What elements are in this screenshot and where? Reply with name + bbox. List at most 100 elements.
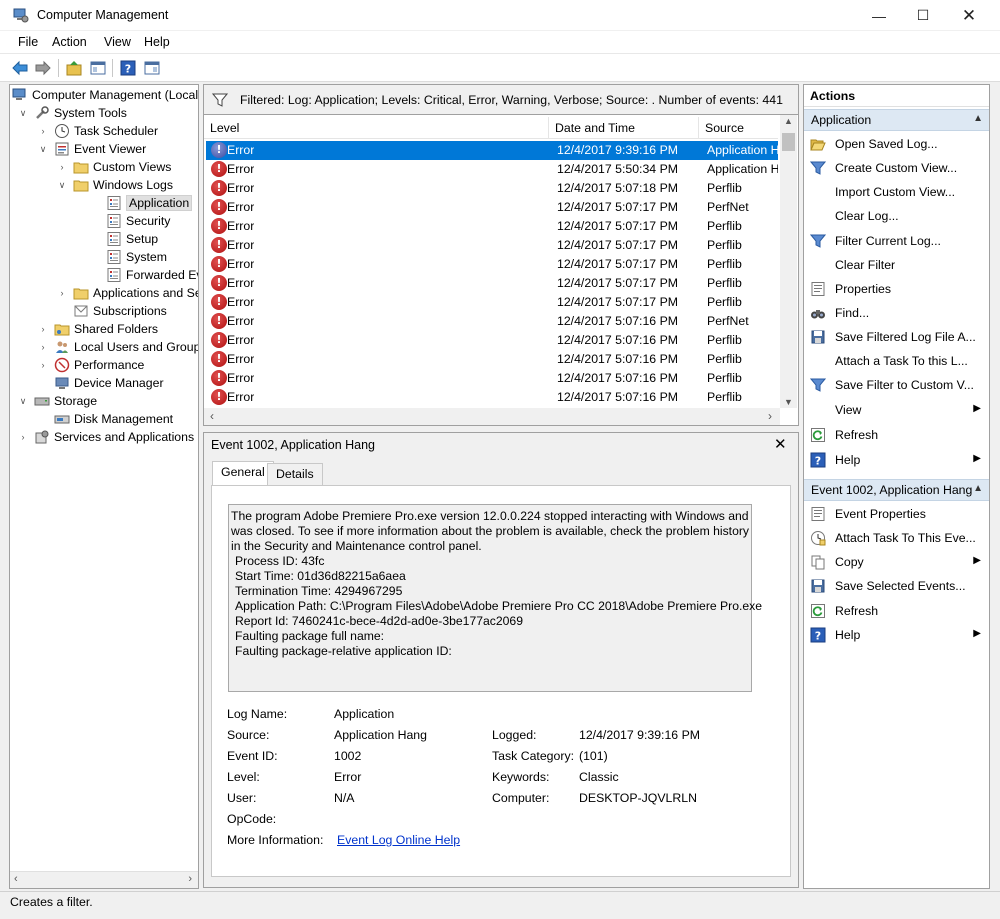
action-clear-log[interactable]: Clear Log... xyxy=(804,204,989,228)
event-row[interactable]: ! Error 12/4/2017 5:07:16 PM PerfNet xyxy=(206,312,778,331)
column-level[interactable]: Level xyxy=(204,117,549,139)
close-button[interactable]: ✕ xyxy=(946,0,992,31)
tab-details[interactable]: Details xyxy=(267,463,323,485)
column-source[interactable]: Source xyxy=(699,117,778,139)
collapse-arrow-icon[interactable]: ▲ xyxy=(973,483,983,494)
tree-item-performance[interactable]: › Performance xyxy=(38,356,144,374)
tree-item-security[interactable]: Security xyxy=(90,212,170,230)
action-save-filtered-log-file-a[interactable]: Save Filtered Log File A... xyxy=(804,325,989,349)
event-list-horizontal-scrollbar[interactable]: ‹ › xyxy=(204,408,780,425)
expand-chevron-icon[interactable]: › xyxy=(38,360,48,370)
action-label: Clear Filter xyxy=(835,258,896,272)
tree-item-applications-and-se[interactable]: › Applications and Se xyxy=(57,284,199,302)
maximize-button[interactable]: ☐ xyxy=(900,0,946,31)
forward-button[interactable] xyxy=(33,58,53,78)
collapse-chevron-icon[interactable]: ∨ xyxy=(38,144,48,155)
event-row[interactable]: ! Error 12/4/2017 5:07:17 PM Perflib xyxy=(206,217,778,236)
event-source: Perflib xyxy=(707,238,742,252)
tree-item-task-scheduler[interactable]: › Task Scheduler xyxy=(38,122,158,140)
event-row[interactable]: ! Error 12/4/2017 9:39:16 PM Application H xyxy=(206,141,778,160)
event-row[interactable]: ! Error 12/4/2017 5:07:16 PM Perflib xyxy=(206,350,778,369)
action-filter-current-log[interactable]: Filter Current Log... xyxy=(804,229,989,253)
up-one-level-button[interactable] xyxy=(64,58,84,78)
expand-chevron-icon[interactable]: › xyxy=(18,432,28,442)
action-help[interactable]: ? Help ▶ xyxy=(804,623,989,647)
details-close-button[interactable]: ✕ xyxy=(774,435,787,453)
tree-item-subscriptions[interactable]: Subscriptions xyxy=(57,302,167,320)
event-row[interactable]: ! Error 12/4/2017 5:07:16 PM Perflib xyxy=(206,369,778,388)
action-attach-a-task-to-this-l[interactable]: Attach a Task To this L... xyxy=(804,349,989,373)
tree-item-device-manager[interactable]: Device Manager xyxy=(38,374,164,392)
tree-item-forwarded-event[interactable]: Forwarded Event xyxy=(90,266,198,284)
tree-item-shared-folders[interactable]: › Shared Folders xyxy=(38,320,159,338)
expand-chevron-icon[interactable]: › xyxy=(38,324,48,334)
action-open-saved-log[interactable]: Open Saved Log... xyxy=(804,132,989,156)
tree-item-windows-logs[interactable]: ∨ Windows Logs xyxy=(57,176,173,194)
action-save-selected-events[interactable]: Save Selected Events... xyxy=(804,574,989,598)
tree-item-local-users-and-groups[interactable]: › Local Users and Groups xyxy=(38,338,199,356)
event-row[interactable]: ! Error 12/4/2017 5:07:16 PM Perflib xyxy=(206,388,778,407)
expand-chevron-icon[interactable]: › xyxy=(38,126,48,136)
tree-item-event-viewer[interactable]: ∨ Event Viewer xyxy=(38,140,147,158)
back-button[interactable] xyxy=(10,58,30,78)
action-create-custom-view[interactable]: Create Custom View... xyxy=(804,156,989,180)
column-date-time[interactable]: Date and Time xyxy=(549,117,699,139)
collapse-arrow-icon[interactable]: ▲ xyxy=(973,113,983,124)
tree-item-setup[interactable]: Setup xyxy=(90,230,158,248)
tree-item-storage[interactable]: ∨ Storage xyxy=(18,392,97,410)
event-row[interactable]: ! Error 12/4/2017 5:07:17 PM Perflib xyxy=(206,293,778,312)
action-view[interactable]: View ▶ xyxy=(804,398,989,422)
action-copy[interactable]: Copy ▶ xyxy=(804,550,989,574)
action-help[interactable]: ? Help ▶ xyxy=(804,448,989,472)
tree-item-application[interactable]: Application xyxy=(90,194,193,212)
menu-view[interactable]: View xyxy=(104,35,131,49)
tree-item-services-and-applications[interactable]: › Services and Applications xyxy=(18,428,195,446)
action-properties[interactable]: Properties xyxy=(804,277,989,301)
show-hide-action-pane-button[interactable] xyxy=(142,58,162,78)
tab-general[interactable]: General xyxy=(212,461,274,486)
event-description[interactable]: The program Adobe Premiere Pro.exe versi… xyxy=(228,504,762,692)
console-tree[interactable]: Computer Management (Local ∨ System Tools ›… xyxy=(9,84,199,889)
event-row[interactable]: ! Error 12/4/2017 5:07:17 PM PerfNet xyxy=(206,198,778,217)
event-row[interactable]: ! Error 12/4/2017 5:07:17 PM Perflib xyxy=(206,274,778,293)
event-list[interactable]: Level Date and Time Source ! Error 12/4/20… xyxy=(203,114,799,426)
event-log-online-help-link[interactable]: Event Log Online Help xyxy=(337,833,460,847)
event-row[interactable]: ! Error 12/4/2017 5:07:18 PM Perflib xyxy=(206,179,778,198)
actions-section-header[interactable]: Event 1002, Application Hang ▲ xyxy=(804,479,989,501)
event-row[interactable]: ! Error 12/4/2017 5:50:34 PM Application H xyxy=(206,160,778,179)
action-refresh[interactable]: Refresh xyxy=(804,599,989,623)
action-event-properties[interactable]: Event Properties xyxy=(804,502,989,526)
tree-item-label: Application xyxy=(126,195,193,211)
actions-section-header[interactable]: Application ▲ xyxy=(804,109,989,131)
menu-help[interactable]: Help xyxy=(144,35,170,49)
event-row[interactable]: ! Error 12/4/2017 5:07:17 PM Perflib xyxy=(206,255,778,274)
tree-item-system-tools[interactable]: ∨ System Tools xyxy=(18,104,127,122)
action-refresh[interactable]: Refresh xyxy=(804,423,989,447)
collapse-chevron-icon[interactable]: ∨ xyxy=(18,396,28,407)
error-icon: ! xyxy=(211,142,227,158)
action-attach-task-to-this-eve[interactable]: Attach Task To This Eve... xyxy=(804,526,989,550)
scroll-thumb[interactable] xyxy=(782,133,795,151)
action-clear-filter[interactable]: Clear Filter xyxy=(804,253,989,277)
action-import-custom-view[interactable]: Import Custom View... xyxy=(804,180,989,204)
expand-chevron-icon[interactable]: › xyxy=(57,288,67,298)
tree-item-computer-management-local[interactable]: Computer Management (Local xyxy=(12,86,198,104)
tree-item-system[interactable]: System xyxy=(90,248,167,266)
menu-file[interactable]: File xyxy=(18,35,38,49)
tree-item-custom-views[interactable]: › Custom Views xyxy=(57,158,172,176)
collapse-chevron-icon[interactable]: ∨ xyxy=(57,180,67,191)
tree-horizontal-scrollbar[interactable]: ‹ › xyxy=(10,871,198,888)
collapse-chevron-icon[interactable]: ∨ xyxy=(18,108,28,119)
action-save-filter-to-custom-v[interactable]: Save Filter to Custom V... xyxy=(804,373,989,397)
expand-chevron-icon[interactable]: › xyxy=(57,162,67,172)
action-find[interactable]: Find... xyxy=(804,301,989,325)
minimize-button[interactable]: — xyxy=(856,0,902,31)
tree-item-disk-management[interactable]: Disk Management xyxy=(38,410,173,428)
event-row[interactable]: ! Error 12/4/2017 5:07:17 PM Perflib xyxy=(206,236,778,255)
event-row[interactable]: ! Error 12/4/2017 5:07:16 PM Perflib xyxy=(206,331,778,350)
expand-chevron-icon[interactable]: › xyxy=(38,342,48,352)
menu-action[interactable]: Action xyxy=(52,35,87,49)
help-button[interactable]: ? xyxy=(118,58,138,78)
event-list-vertical-scrollbar[interactable]: ▲ ▼ xyxy=(780,115,797,408)
show-hide-console-tree-button[interactable] xyxy=(88,58,108,78)
